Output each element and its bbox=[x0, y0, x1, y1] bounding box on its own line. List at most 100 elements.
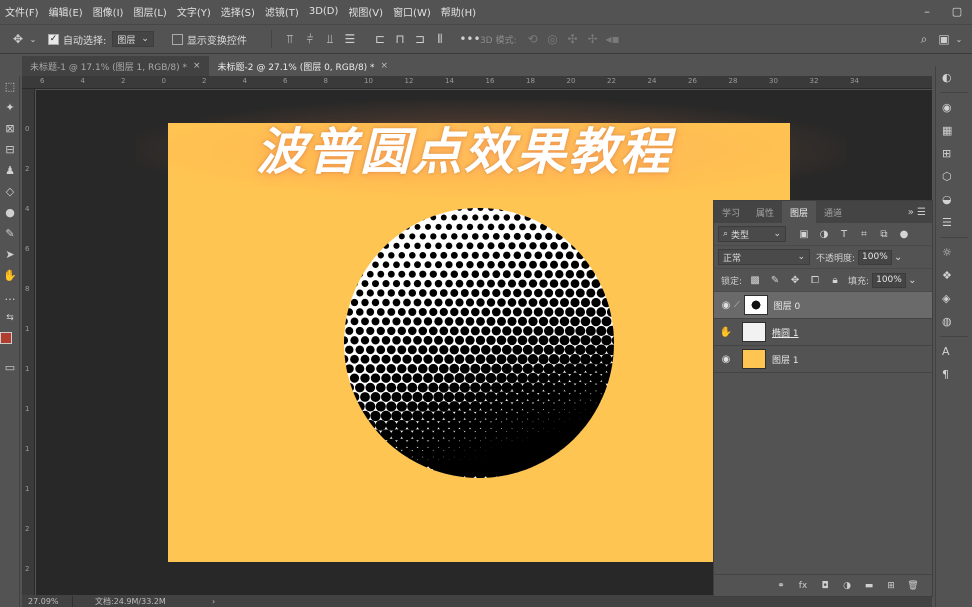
menu-type[interactable]: 文字(Y) bbox=[172, 4, 216, 19]
chevron-down-icon[interactable]: ⌄ bbox=[954, 29, 964, 49]
filter-toggle-icon[interactable]: ● bbox=[894, 229, 914, 240]
filter-type-icon[interactable]: T bbox=[834, 229, 854, 240]
zoom-level[interactable]: 27.09% bbox=[22, 597, 72, 606]
lock-artboard-icon[interactable]: ⧠ bbox=[805, 275, 825, 286]
menu-3d[interactable]: 3D(D) bbox=[304, 6, 344, 17]
more-options-icon[interactable]: ••• bbox=[459, 29, 480, 49]
new-layer-icon[interactable]: ⊞ bbox=[880, 581, 902, 591]
move-tool-icon[interactable]: ✥ bbox=[8, 29, 28, 49]
close-icon[interactable]: × bbox=[193, 61, 201, 71]
lock-position-icon[interactable]: ✥ bbox=[785, 275, 805, 286]
blend-mode-dropdown[interactable]: 正常 ⌄ bbox=[718, 249, 810, 265]
libraries-icon[interactable]: ❖ bbox=[936, 264, 972, 287]
show-transform-checkbox[interactable] bbox=[171, 33, 183, 45]
layers-icon[interactable]: ◈ bbox=[936, 287, 972, 310]
auto-select-dropdown[interactable]: 图层 ⌄ bbox=[112, 31, 154, 47]
align-bottom-icon[interactable]: ⫫ bbox=[320, 29, 340, 49]
lock-image-icon[interactable]: ✎ bbox=[765, 275, 785, 286]
paths-icon[interactable]: ◒ bbox=[936, 188, 972, 211]
filter-smart-icon[interactable]: ⧉ bbox=[874, 229, 894, 240]
adjustment-layer-icon[interactable]: ◑ bbox=[836, 581, 858, 591]
filter-pixel-icon[interactable]: ▣ bbox=[794, 229, 814, 240]
magic-wand-icon[interactable]: ✦ bbox=[0, 97, 20, 118]
lock-transparent-icon[interactable]: ▩ bbox=[745, 275, 765, 286]
layer-row[interactable]: ✋ 椭圆 1 bbox=[714, 319, 932, 346]
frame-icon[interactable]: ⊠ bbox=[0, 118, 20, 139]
auto-select-checkbox[interactable]: ✓ bbox=[48, 33, 59, 45]
search-icon[interactable]: ⌕ bbox=[914, 29, 934, 49]
align-top-icon[interactable]: ⫪ bbox=[280, 29, 300, 49]
3d-orbit-icon[interactable]: ⟲ bbox=[523, 29, 543, 49]
lock-all-icon[interactable]: 🔒︎ bbox=[825, 275, 845, 286]
tab-channels[interactable]: 通道 bbox=[816, 201, 850, 223]
bulb-icon[interactable]: ☼ bbox=[936, 241, 972, 264]
distribute-horizontal-icon[interactable]: ⦀ bbox=[430, 29, 450, 49]
new-group-icon[interactable]: ▬ bbox=[858, 581, 880, 591]
menu-filter[interactable]: 滤镜(T) bbox=[260, 4, 304, 19]
pen-icon[interactable]: ✎ bbox=[0, 223, 20, 244]
chevron-down-icon[interactable]: ⌄ bbox=[28, 29, 38, 49]
menu-view[interactable]: 视图(V) bbox=[343, 4, 388, 19]
swap-colors-icon[interactable]: ⇆ bbox=[0, 307, 20, 328]
chevron-right-icon[interactable]: › bbox=[202, 597, 215, 606]
align-vcenter-icon[interactable]: ⫩ bbox=[300, 29, 320, 49]
doc-tab-2[interactable]: 未标题-2 @ 27.1% (图层 0, RGB/8) * × bbox=[209, 56, 397, 76]
filter-shape-icon[interactable]: ⌗ bbox=[854, 229, 874, 240]
align-left-icon[interactable]: ⊏ bbox=[370, 29, 390, 49]
paragraph-icon[interactable]: ¶ bbox=[936, 363, 972, 386]
trash-icon[interactable]: 🗑︎ bbox=[902, 581, 924, 591]
filter-type-dropdown[interactable]: ⌕ 类型 ⌄ bbox=[718, 226, 786, 242]
eraser-icon[interactable]: ◇ bbox=[0, 181, 20, 202]
tab-properties[interactable]: 属性 bbox=[748, 201, 782, 223]
filter-adjustment-icon[interactable]: ◑ bbox=[814, 229, 834, 240]
add-mask-icon[interactable]: ◘ bbox=[814, 581, 836, 591]
eye-icon[interactable]: ◉ bbox=[714, 354, 738, 365]
fx-icon[interactable]: fx bbox=[792, 581, 814, 591]
doc-tab-1[interactable]: 未标题-1 @ 17.1% (图层 1, RGB/8) * × bbox=[22, 56, 209, 76]
selection-arrow-icon[interactable]: ➤ bbox=[0, 244, 20, 265]
tab-layers[interactable]: 图层 bbox=[782, 201, 817, 223]
grid-icon[interactable]: ▦ bbox=[936, 119, 972, 142]
layer-row[interactable]: ◉ 图层 1 bbox=[714, 346, 932, 373]
3d-scale-icon[interactable]: ◂▪ bbox=[603, 29, 623, 49]
fill-input[interactable]: 100% bbox=[872, 272, 907, 288]
maximize-icon[interactable]: ▢ bbox=[942, 0, 972, 22]
character-icon[interactable]: A bbox=[936, 340, 972, 363]
chevron-down-icon[interactable]: ⌄ bbox=[908, 275, 916, 286]
foreground-color-swatch[interactable] bbox=[0, 332, 12, 344]
3d-roll-icon[interactable]: ◎ bbox=[543, 29, 563, 49]
stamp-icon[interactable]: ♟ bbox=[0, 160, 20, 181]
blur-icon[interactable]: ● bbox=[0, 202, 20, 223]
distribute-vertical-icon[interactable]: ☰ bbox=[340, 29, 360, 49]
sliders-icon[interactable]: ☰ bbox=[936, 211, 972, 234]
marquee-icon[interactable]: ⬚ bbox=[0, 76, 20, 97]
chevron-down-icon[interactable]: ⌄ bbox=[894, 252, 902, 263]
color-panel-icon[interactable]: ◐ bbox=[936, 66, 972, 89]
menu-layer[interactable]: 图层(L) bbox=[128, 4, 171, 19]
screen-mode-icon[interactable]: ▭ bbox=[0, 357, 20, 378]
hand-icon[interactable]: ✋ bbox=[714, 327, 738, 338]
menu-help[interactable]: 帮助(H) bbox=[436, 4, 481, 19]
adjustments-icon[interactable]: ◉ bbox=[936, 96, 972, 119]
hand-icon[interactable]: ✋ bbox=[0, 265, 20, 286]
close-icon[interactable]: × bbox=[381, 61, 389, 71]
layer-row[interactable]: ◉ ⟋ 图层 0 bbox=[714, 292, 932, 319]
3d-pan-icon[interactable]: ✣ bbox=[563, 29, 583, 49]
opacity-input[interactable]: 100% bbox=[858, 249, 893, 265]
eyedropper-icon[interactable]: ⊟ bbox=[0, 139, 20, 160]
more-tools-icon[interactable]: … bbox=[0, 286, 20, 307]
properties-icon[interactable]: ⊞ bbox=[936, 142, 972, 165]
menu-file[interactable]: 文件(F) bbox=[0, 4, 44, 19]
panel-menu-icon[interactable]: » ☰ bbox=[908, 207, 932, 218]
menu-window[interactable]: 窗口(W) bbox=[388, 4, 436, 19]
tab-learn[interactable]: 学习 bbox=[714, 201, 748, 223]
align-right-icon[interactable]: ⊐ bbox=[410, 29, 430, 49]
3d-panel-icon[interactable]: ⬡ bbox=[936, 165, 972, 188]
minimize-icon[interactable]: – bbox=[912, 0, 942, 22]
menu-image[interactable]: 图像(I) bbox=[88, 4, 129, 19]
channels-icon[interactable]: ◍ bbox=[936, 310, 972, 333]
align-hcenter-icon[interactable]: ⊓ bbox=[390, 29, 410, 49]
menu-edit[interactable]: 编辑(E) bbox=[44, 4, 88, 19]
link-layers-icon[interactable]: ⚭ bbox=[770, 581, 792, 591]
workspace-icon[interactable]: ▣ bbox=[934, 29, 954, 49]
